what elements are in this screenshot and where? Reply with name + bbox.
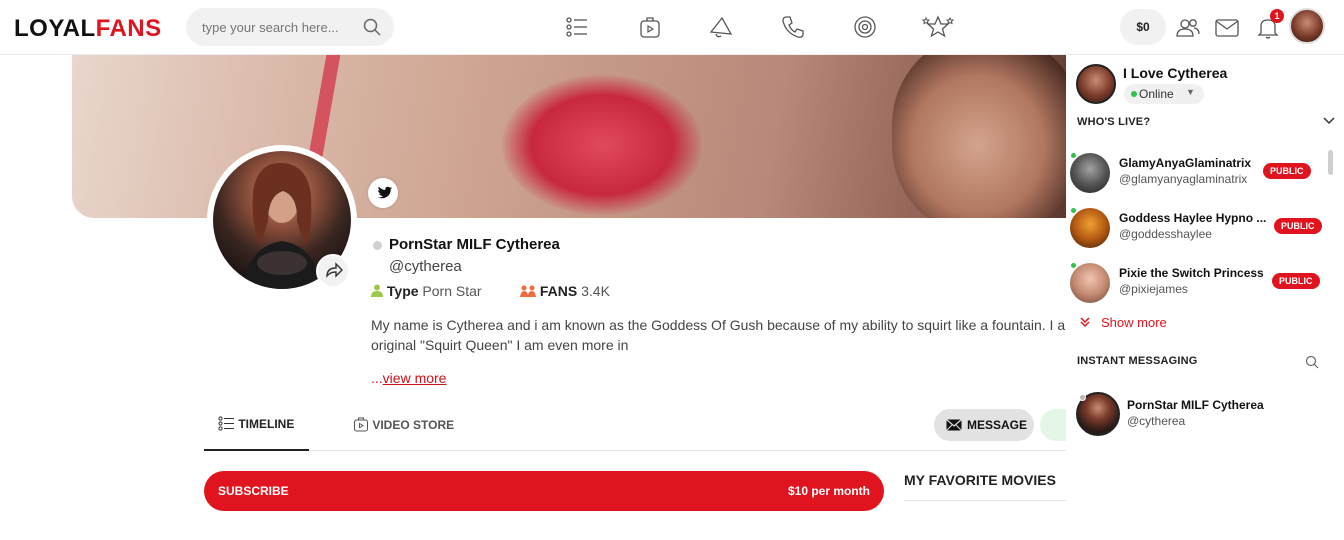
chevron-down-icon: ▼: [1186, 87, 1195, 97]
public-badge: PUBLIC: [1274, 218, 1322, 234]
fans-icon: [520, 285, 536, 297]
message-button[interactable]: MESSAGE: [934, 409, 1034, 441]
subscribe-button[interactable]: SUBSCRIBE $10 per month: [204, 471, 884, 511]
phone-icon[interactable]: [780, 14, 806, 40]
current-user-avatar[interactable]: [1076, 64, 1116, 104]
status-dot: [373, 241, 382, 250]
share-button[interactable]: [316, 254, 350, 288]
person-icon: [371, 284, 383, 297]
profile-fans: FANS 3.4K: [520, 283, 610, 299]
search-input[interactable]: [202, 17, 352, 37]
loyalfans-logo[interactable]: LOYALFANS: [14, 15, 162, 43]
whos-live-title: WHO'S LIVE?: [1077, 116, 1151, 128]
profile-name: PornStar MILF Cytherea: [389, 236, 560, 253]
timeline-list-icon: [218, 416, 234, 431]
online-dot: [1070, 207, 1077, 214]
tabs-divider: [204, 450, 1066, 451]
mail-icon[interactable]: [1214, 15, 1240, 41]
megaphone-icon[interactable]: [708, 14, 734, 40]
target-icon[interactable]: [852, 14, 878, 40]
status-dropdown[interactable]: Online ▼: [1124, 84, 1204, 104]
online-dot: [1070, 152, 1077, 159]
favorites-divider: [904, 500, 1066, 501]
fans-count: 3.4K: [581, 283, 610, 299]
video-store-icon[interactable]: [637, 14, 663, 40]
view-more-prefix: ...: [371, 370, 383, 386]
live-user-avatar: [1070, 208, 1110, 248]
view-more-text: view more: [382, 370, 447, 386]
live-list-item[interactable]: Pixie the Switch Princess @pixiejames PU…: [1066, 262, 1328, 313]
online-dot: [1070, 262, 1077, 269]
live-user-name: GlamyAnyaGlaminatrix: [1119, 156, 1252, 170]
instant-messaging-title: INSTANT MESSAGING: [1077, 355, 1198, 367]
search-box: [186, 8, 394, 46]
bio-line-1: My name is Cytherea and i am known as th…: [371, 317, 1066, 333]
public-badge: PUBLIC: [1263, 163, 1311, 179]
subscribe-label: SUBSCRIBE: [218, 484, 289, 498]
tab-video-store-label: VIDEO STORE: [372, 418, 455, 432]
tab-timeline-label: TIMELINE: [238, 417, 295, 431]
logo-part-2: FANS: [95, 15, 162, 42]
top-navbar: LOYALFANS $0 1: [0, 0, 1344, 55]
profile-bio: My name is Cytherea and i am known as th…: [371, 315, 1066, 355]
timeline-list-icon[interactable]: [564, 14, 590, 40]
twitter-link[interactable]: [368, 178, 398, 208]
profile-handle: @cytherea: [389, 258, 462, 275]
bio-line-2: original "Squirt Queen" I am even more i…: [371, 337, 629, 353]
users-icon[interactable]: [1175, 15, 1201, 41]
message-button-label: MESSAGE: [967, 418, 1028, 432]
live-user-avatar: [1070, 263, 1110, 303]
live-user-name: Goddess Haylee Hypno ...: [1119, 211, 1267, 225]
status-text: Online: [1139, 87, 1174, 101]
right-sidebar: I Love Cytherea Online ▼ WHO'S LIVE? Gla…: [1066, 55, 1344, 540]
tab-timeline[interactable]: TIMELINE: [218, 416, 294, 431]
wallet-balance-button[interactable]: $0: [1120, 9, 1166, 45]
user-avatar[interactable]: [1289, 8, 1325, 44]
envelope-icon: [946, 419, 962, 431]
live-user-handle: @goddesshaylee: [1119, 227, 1212, 241]
live-user-handle: @glamyanyaglaminatrix: [1119, 172, 1248, 186]
public-badge: PUBLIC: [1272, 273, 1320, 289]
live-list-scrollbar[interactable]: [1328, 150, 1333, 175]
show-more-label: Show more: [1101, 315, 1167, 330]
stars-icon[interactable]: [922, 14, 954, 40]
share-icon: [326, 262, 343, 279]
tab-video-store[interactable]: VIDEO STORE: [353, 416, 454, 432]
live-list-item[interactable]: Goddess Haylee Hypno ... @goddesshaylee …: [1066, 207, 1328, 258]
offline-dot: [1079, 394, 1086, 401]
im-contact-name: PornStar MILF Cytherea: [1127, 398, 1264, 412]
fans-label: FANS: [539, 283, 578, 299]
live-user-avatar: [1070, 153, 1110, 193]
notification-count-badge: 1: [1270, 9, 1284, 23]
video-store-icon: [354, 417, 368, 432]
subscribe-price: $10 per month: [787, 484, 870, 498]
type-label: Type: [386, 283, 419, 299]
chevron-down-icon[interactable]: [1322, 114, 1336, 128]
profile-type: Type Porn Star: [371, 283, 482, 299]
live-user-handle: @pixiejames: [1119, 282, 1188, 296]
view-more-link[interactable]: ...view more: [371, 370, 446, 386]
live-list-item[interactable]: GlamyAnyaGlaminatrix @glamyanyaglaminatr…: [1066, 152, 1328, 203]
search-icon[interactable]: [362, 17, 382, 37]
im-contact-handle: @cytherea: [1127, 414, 1186, 428]
live-user-name: Pixie the Switch Princess: [1119, 266, 1264, 280]
current-user-name: I Love Cytherea: [1123, 65, 1228, 81]
search-icon[interactable]: [1305, 355, 1319, 369]
double-chevron-down-icon: [1080, 317, 1090, 328]
type-value: Porn Star: [422, 283, 482, 299]
online-dot: [1131, 91, 1137, 97]
twitter-icon: [377, 186, 392, 199]
active-tab-indicator: [204, 449, 309, 451]
favorite-movies-title: MY FAVORITE MOVIES: [904, 472, 1056, 488]
logo-part-1: LOYAL: [14, 15, 96, 42]
